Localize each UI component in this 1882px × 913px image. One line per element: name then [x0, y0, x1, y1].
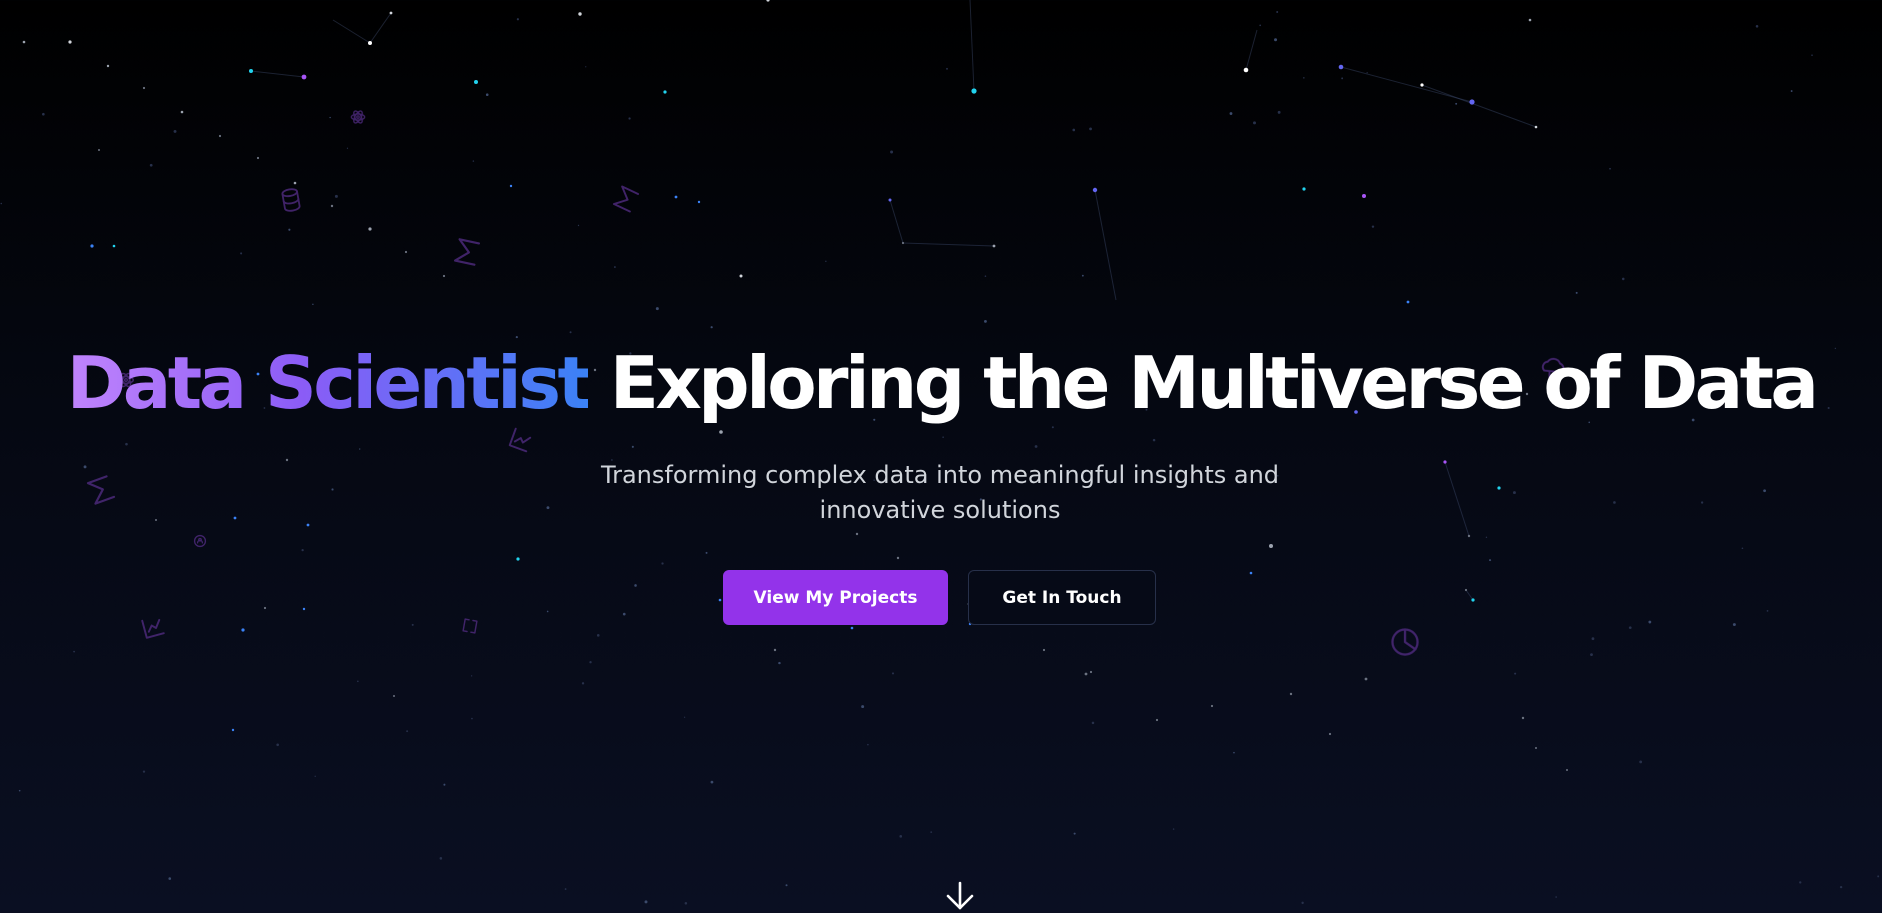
hero-title: Data Scientist Exploring the Multiverse … [0, 338, 1882, 428]
get-in-touch-button[interactable]: Get In Touch [968, 570, 1156, 625]
hero-subtitle: Transforming complex data into meaningfu… [600, 461, 1280, 524]
scroll-down-button[interactable] [944, 880, 976, 913]
arrow-down-icon [946, 881, 974, 910]
hero-title-rest: Exploring the Multiverse of Data [588, 341, 1819, 425]
hero-title-highlight: Data Scientist [66, 341, 592, 425]
view-projects-button[interactable]: View My Projects [723, 570, 948, 625]
hero-section: Data Scientist Exploring the Multiverse … [0, 0, 1882, 913]
